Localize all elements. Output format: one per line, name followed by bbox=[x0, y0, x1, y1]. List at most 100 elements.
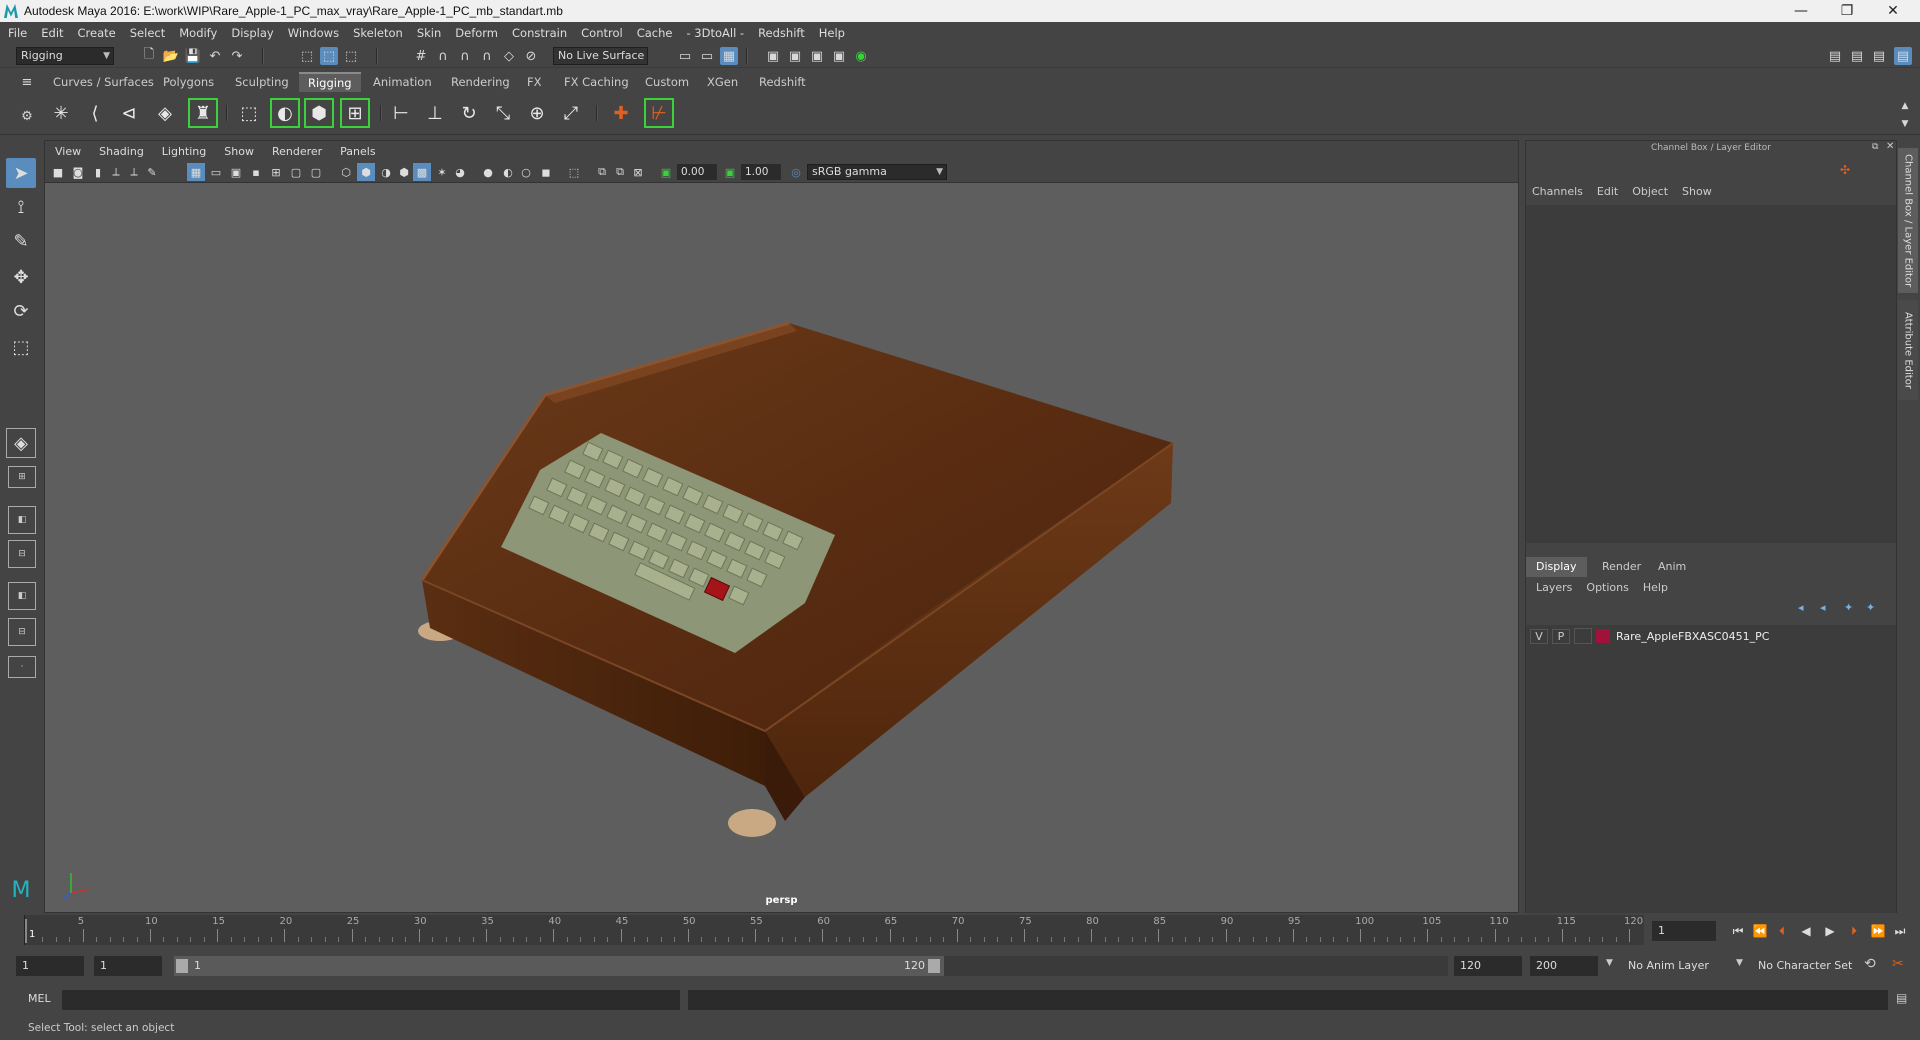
graph-layout-icon[interactable]: ◧ bbox=[8, 582, 36, 610]
cb-menu-edit[interactable]: Edit bbox=[1597, 185, 1618, 201]
redo-icon[interactable]: ↷ bbox=[228, 47, 246, 65]
channel-box-toggle-icon[interactable]: ▤ bbox=[1894, 47, 1912, 65]
step-back-key-icon[interactable]: ⏪ bbox=[1752, 923, 1768, 939]
snap-projected-icon[interactable]: ∩ bbox=[478, 47, 496, 65]
grid-toggle-icon[interactable]: ▦ bbox=[187, 163, 205, 181]
restore-button[interactable]: ❐ bbox=[1824, 0, 1870, 22]
paint-select-tool-icon[interactable]: ✎ bbox=[6, 226, 36, 256]
viewport-canvas[interactable]: persp bbox=[45, 183, 1518, 912]
layer-type-toggle[interactable] bbox=[1574, 628, 1592, 644]
menu-set-dropdown[interactable]: Rigging ▼ bbox=[16, 47, 114, 65]
menu-skin[interactable]: Skin bbox=[417, 26, 441, 40]
new-scene-icon[interactable]: 🗋 bbox=[140, 47, 158, 65]
two-view-layout-icon[interactable]: ◧ bbox=[8, 506, 36, 534]
menu-edit[interactable]: Edit bbox=[41, 26, 63, 40]
current-frame-field[interactable]: 1 bbox=[1652, 921, 1716, 941]
field-chart-icon[interactable]: ⊞ bbox=[267, 163, 285, 181]
menu-constrain[interactable]: Constrain bbox=[512, 26, 567, 40]
cb-menu-show[interactable]: Show bbox=[1682, 185, 1712, 201]
shelf-tab-xgen[interactable]: XGen bbox=[698, 72, 747, 92]
input-ops-icon[interactable]: ▭ bbox=[676, 47, 694, 65]
vp-menu-renderer[interactable]: Renderer bbox=[272, 145, 322, 158]
current-time-marker[interactable] bbox=[25, 919, 27, 943]
anti-aliasing-icon[interactable]: ○ bbox=[517, 163, 535, 181]
script-editor-icon[interactable]: ▤ bbox=[1896, 991, 1907, 1005]
isolate-select-icon[interactable]: ⬚ bbox=[565, 163, 583, 181]
layout-options-icon[interactable]: · bbox=[8, 656, 36, 678]
step-forward-key-icon[interactable]: ⏩ bbox=[1870, 923, 1886, 939]
tool-settings-icon[interactable]: ▤ bbox=[1870, 47, 1888, 65]
layer-tab-render[interactable]: Render bbox=[1592, 557, 1651, 577]
cb-menu-object[interactable]: Object bbox=[1632, 185, 1668, 201]
snap-curve-icon[interactable]: ∩ bbox=[434, 47, 452, 65]
make-live-icon[interactable]: ⊘ bbox=[522, 47, 540, 65]
shelf-tab-rigging[interactable]: Rigging bbox=[299, 72, 361, 92]
wrap-deformer-icon[interactable]: ⊞ bbox=[340, 98, 370, 128]
camera-attributes-icon[interactable]: ◙ bbox=[69, 163, 87, 181]
layer-visibility-toggle[interactable]: V bbox=[1530, 628, 1548, 644]
shelf-menu-icon[interactable]: ≡ bbox=[18, 73, 36, 91]
render-current-icon[interactable]: ▣ bbox=[808, 47, 826, 65]
move-tool-icon[interactable]: ✥ bbox=[6, 262, 36, 292]
play-forwards-icon[interactable]: ▶ bbox=[1822, 923, 1838, 939]
menu-control[interactable]: Control bbox=[581, 26, 623, 40]
four-view-layout-icon[interactable]: ⊞ bbox=[8, 466, 36, 488]
ik-handle-icon[interactable]: ◈ bbox=[150, 98, 180, 128]
menu-help[interactable]: Help bbox=[819, 26, 845, 40]
step-forward-frame-icon[interactable]: ⏵ bbox=[1846, 923, 1862, 939]
select-tool-icon[interactable]: ➤ bbox=[6, 158, 36, 188]
exposure-field[interactable]: 0.00 bbox=[677, 164, 717, 180]
vp-menu-lighting[interactable]: Lighting bbox=[162, 145, 206, 158]
screen-space-ao-icon[interactable]: ● bbox=[479, 163, 497, 181]
orient-constraint-icon[interactable]: ↻ bbox=[454, 98, 484, 128]
snap-grid-icon[interactable]: # bbox=[412, 47, 430, 65]
range-bar[interactable]: 1 120 bbox=[174, 956, 944, 976]
aim-constraint-icon[interactable]: ⊕ bbox=[522, 98, 552, 128]
manipulator-icon[interactable]: ✣ bbox=[1840, 163, 1850, 177]
mirror-joint-icon[interactable]: ⊲ bbox=[114, 98, 144, 128]
shelf-tab-custom[interactable]: Custom bbox=[636, 72, 698, 92]
pole-vector-icon[interactable]: ⤢ bbox=[556, 98, 586, 128]
menu-file[interactable]: File bbox=[8, 26, 27, 40]
gamma-field[interactable]: 1.00 bbox=[741, 164, 781, 180]
shelf-tab-curves-surfaces[interactable]: Curves / Surfaces bbox=[44, 72, 163, 92]
shelf-tab-sculpting[interactable]: Sculpting bbox=[226, 72, 298, 92]
shelf-options-icon[interactable]: ⚙ bbox=[18, 107, 36, 125]
layer-menu-help[interactable]: Help bbox=[1643, 581, 1668, 597]
single-view-icon[interactable]: ◈ bbox=[6, 428, 36, 458]
color-space-dropdown[interactable]: sRGB gamma ▼ bbox=[807, 164, 947, 180]
smooth-shade-icon[interactable]: ⬢ bbox=[357, 163, 375, 181]
select-hierarchy-icon[interactable]: ⬚ bbox=[298, 47, 316, 65]
anim-layer-dropdown[interactable]: No Anim Layer bbox=[1622, 956, 1750, 976]
color-management-icon[interactable]: ◎ bbox=[787, 163, 805, 181]
animation-end-field[interactable]: 200 bbox=[1530, 956, 1598, 976]
open-scene-icon[interactable]: 📂 bbox=[162, 47, 180, 65]
gamma-icon[interactable]: ▣ bbox=[721, 163, 739, 181]
undo-icon[interactable]: ↶ bbox=[206, 47, 224, 65]
close-panel-icon[interactable]: ✕ bbox=[1886, 141, 1894, 152]
select-object-icon[interactable]: ⬚ bbox=[320, 47, 338, 65]
new-layer-icon[interactable]: ✦ bbox=[1844, 601, 1853, 614]
default-material-icon[interactable]: ◑ bbox=[377, 163, 395, 181]
layer-menu-layers[interactable]: Layers bbox=[1536, 581, 1572, 597]
safe-action-icon[interactable]: ▢ bbox=[287, 163, 305, 181]
snap-point-icon[interactable]: ∩ bbox=[456, 47, 474, 65]
menu-modify[interactable]: Modify bbox=[179, 26, 217, 40]
menu-select[interactable]: Select bbox=[130, 26, 165, 40]
menu-display[interactable]: Display bbox=[231, 26, 273, 40]
scale-tool-icon[interactable]: ⬚ bbox=[6, 332, 36, 362]
shelf-tab-rendering[interactable]: Rendering bbox=[442, 72, 519, 92]
wireframe-icon[interactable]: ⬡ bbox=[337, 163, 355, 181]
xray-joints-icon[interactable]: ⧉ bbox=[611, 163, 629, 181]
range-start-handle[interactable] bbox=[176, 959, 188, 973]
step-back-frame-icon[interactable]: ⏴ bbox=[1774, 923, 1790, 939]
time-slider-track[interactable]: 1 5 10 15 20 25 30 35 40 45 50 55 60 65 70 75 80 85 90 95 1… bbox=[24, 915, 1644, 945]
parent-constraint-icon[interactable]: ⊢ bbox=[386, 98, 416, 128]
chevron-down-icon[interactable]: ▼ bbox=[1606, 958, 1613, 968]
bind-skin-icon[interactable]: ⬚ bbox=[234, 98, 264, 128]
layer-tab-display[interactable]: Display bbox=[1526, 557, 1587, 577]
float-panel-icon[interactable]: ⧉ bbox=[1872, 142, 1878, 152]
textured-icon[interactable]: ▩ bbox=[413, 163, 431, 181]
layer-name[interactable]: Rare_AppleFBXASC0451_PC bbox=[1616, 630, 1769, 643]
shelf-tab-polygons[interactable]: Polygons bbox=[154, 72, 223, 92]
